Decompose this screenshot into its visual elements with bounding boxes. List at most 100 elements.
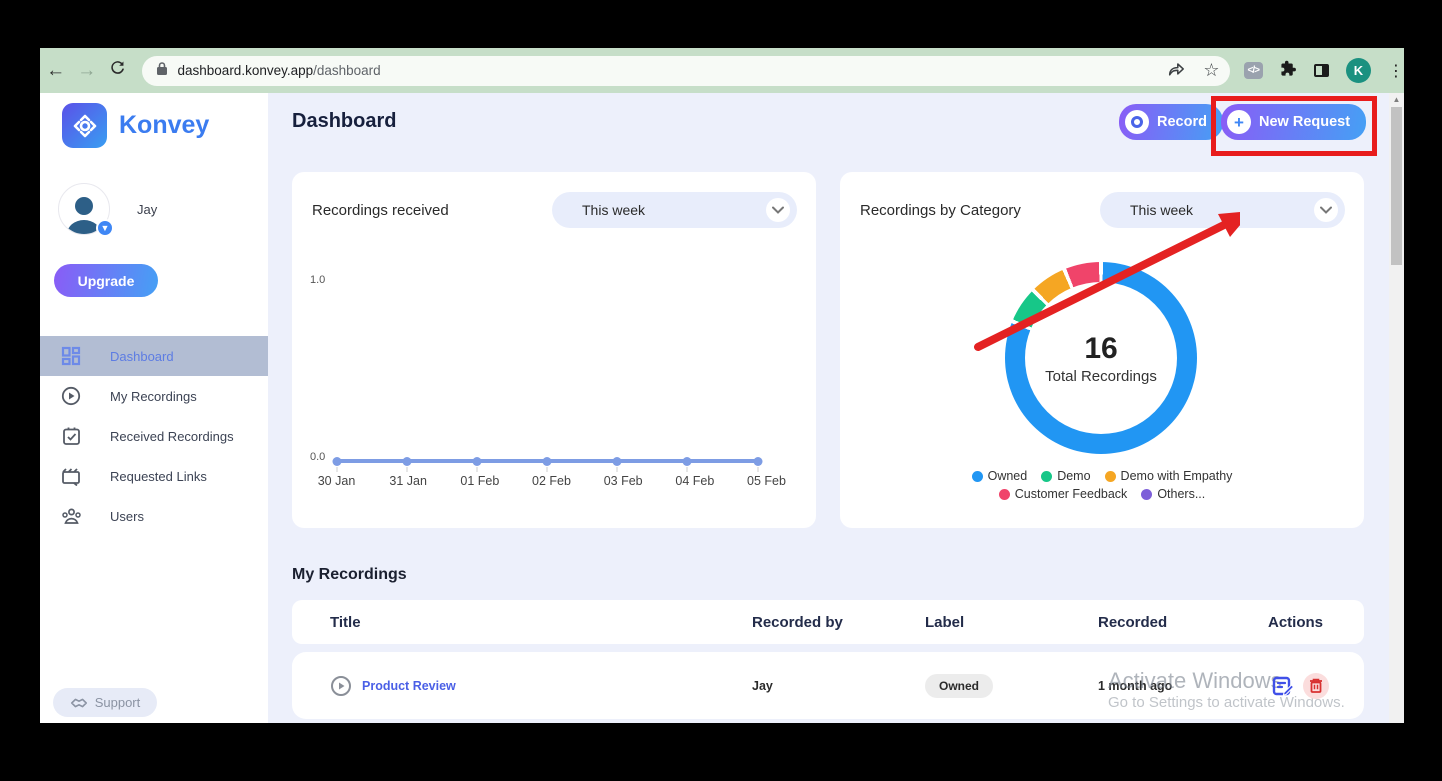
legend-item: Others... xyxy=(1141,487,1205,501)
col-title: Title xyxy=(330,613,361,631)
sidebar-item-dashboard[interactable]: Dashboard xyxy=(40,336,268,376)
card-title: Recordings by Category xyxy=(860,201,1021,219)
edit-note-icon[interactable] xyxy=(1272,675,1294,697)
x-axis-tick xyxy=(757,467,758,472)
sidebar-item-requested-links[interactable]: Requested Links xyxy=(40,456,268,496)
record-button-label: Record xyxy=(1157,114,1207,130)
sidebar: Konvey ▼ Jay Upgrade Dashboard My Record… xyxy=(40,93,268,723)
sidebar-item-label: Requested Links xyxy=(110,468,207,484)
x-axis-tick xyxy=(406,467,408,472)
col-recorded-by: Recorded by xyxy=(752,613,843,631)
play-circle-icon[interactable] xyxy=(330,675,352,697)
brand-name: Konvey xyxy=(119,111,210,139)
data-point xyxy=(402,456,412,466)
scrollbar-up-arrow[interactable]: ▲ xyxy=(1391,95,1402,106)
bookmark-star-icon[interactable]: ☆ xyxy=(1203,60,1219,81)
legend-item: Demo xyxy=(1041,469,1091,483)
legend-label: Demo xyxy=(1057,469,1091,483)
chevron-down-icon xyxy=(766,198,790,222)
sidebar-item-received-recordings[interactable]: Received Recordings xyxy=(40,416,268,456)
x-axis-tick xyxy=(336,467,337,472)
x-axis-labels: 30 Jan 31 Jan 01 Feb 02 Feb 03 Feb 04 Feb 05 F… xyxy=(318,474,786,490)
delete-button[interactable] xyxy=(1303,672,1329,699)
x-axis-label: 03 Feb xyxy=(603,474,643,488)
user-name: Jay xyxy=(137,201,158,217)
scrollbar[interactable]: ▲ xyxy=(1389,93,1404,723)
x-axis-label: 31 Jan xyxy=(389,474,427,488)
address-bar[interactable]: dashboard.konvey.app/dashboard ☆ xyxy=(141,55,1230,86)
support-label: Support xyxy=(94,695,141,710)
browser-menu-icon[interactable]: ⋮ xyxy=(1388,61,1404,81)
donut-legend: Owned Demo Demo with Empathy Customer Feedb… xyxy=(937,469,1267,501)
recordings-received-filter-dropdown[interactable]: This week xyxy=(552,192,797,228)
legend-label: Owned xyxy=(987,469,1028,483)
y-axis-tick: 1.0 xyxy=(310,274,326,286)
data-point xyxy=(612,456,622,466)
data-point xyxy=(332,456,341,466)
x-axis-label: 02 Feb xyxy=(532,474,571,488)
recordings-by-category-card: Recordings by Category This week 16 Tota… xyxy=(840,172,1364,528)
users-group-icon xyxy=(60,507,82,525)
donut-center: 16 Total Recordings xyxy=(1025,282,1177,434)
back-button[interactable]: ← xyxy=(40,60,71,82)
legend-dot xyxy=(1041,470,1053,482)
line-points xyxy=(332,456,762,472)
record-icon xyxy=(1125,110,1149,134)
side-panel-icon[interactable] xyxy=(1313,64,1329,77)
table-header-row: Title Recorded by Label Recorded Actions xyxy=(292,600,1364,644)
col-label: Label xyxy=(925,613,965,631)
legend-item: Customer Feedback xyxy=(998,487,1128,501)
data-point xyxy=(542,456,552,466)
y-axis-tick: 0.0 xyxy=(310,451,326,463)
support-button[interactable]: Support xyxy=(53,688,157,717)
legend-label: Demo with Empathy xyxy=(1120,469,1233,483)
sidebar-item-label: Received Recordings xyxy=(110,428,234,444)
recordings-by-category-filter-dropdown[interactable]: This week xyxy=(1100,192,1345,228)
user-chevron-badge[interactable]: ▼ xyxy=(96,219,114,237)
refresh-button[interactable] xyxy=(102,59,133,82)
refresh-icon xyxy=(111,61,125,74)
x-axis-tick xyxy=(546,467,548,472)
clipboard-check-icon xyxy=(60,426,82,446)
brand-logo[interactable]: Konvey xyxy=(62,103,209,148)
x-axis-label: 04 Feb xyxy=(675,474,715,488)
legend-dot xyxy=(971,470,983,482)
recording-title-link[interactable]: Product Review xyxy=(362,679,456,693)
devtools-extension-icon[interactable]: </> xyxy=(1243,62,1263,79)
upgrade-button[interactable]: Upgrade xyxy=(54,264,158,297)
x-axis-tick xyxy=(476,467,478,472)
record-button[interactable]: Record xyxy=(1119,104,1223,140)
forward-button[interactable]: → xyxy=(71,60,102,82)
user-profile[interactable]: ▼ Jay xyxy=(58,183,158,237)
sidebar-item-my-recordings[interactable]: My Recordings xyxy=(40,376,268,416)
col-actions: Actions xyxy=(1268,613,1324,631)
card-title: Recordings received xyxy=(312,201,449,219)
legend-label: Others... xyxy=(1157,487,1206,501)
legend-item: Owned xyxy=(971,469,1028,483)
x-axis-label: 01 Feb xyxy=(460,474,500,488)
x-axis-label: 30 Jan xyxy=(317,474,356,488)
profile-avatar[interactable]: K xyxy=(1345,58,1371,83)
extensions-puzzle-icon[interactable] xyxy=(1280,60,1297,82)
url-text: dashboard.konvey.app/dashboard xyxy=(177,63,381,78)
sidebar-item-users[interactable]: Users xyxy=(40,496,268,536)
screenshot-frame: ← → dashboard.konvey.app/dashboard ☆ </>… xyxy=(0,0,1442,781)
lock-icon[interactable] xyxy=(156,61,168,81)
line-chart xyxy=(332,456,762,472)
recordings-received-card: Recordings received This week 1.0 0.0 30… xyxy=(292,172,816,528)
sidebar-item-label: Users xyxy=(110,508,144,524)
legend-dot xyxy=(1141,488,1153,500)
scrollbar-thumb[interactable] xyxy=(1391,107,1402,265)
sidebar-item-label: Dashboard xyxy=(110,348,174,364)
legend-item: Demo with Empathy xyxy=(1104,469,1233,483)
label-badge: Owned xyxy=(925,673,994,698)
share-icon[interactable] xyxy=(1167,60,1185,82)
legend-label: Customer Feedback xyxy=(1014,487,1128,501)
x-axis-label: 05 Feb xyxy=(747,474,786,488)
dashboard-grid-icon xyxy=(60,346,82,366)
legend-dot xyxy=(1104,470,1116,482)
film-clip-icon xyxy=(60,467,82,486)
sidebar-item-label: My Recordings xyxy=(110,388,197,404)
chevron-down-icon xyxy=(1314,198,1338,222)
col-recorded: Recorded xyxy=(1098,613,1168,631)
